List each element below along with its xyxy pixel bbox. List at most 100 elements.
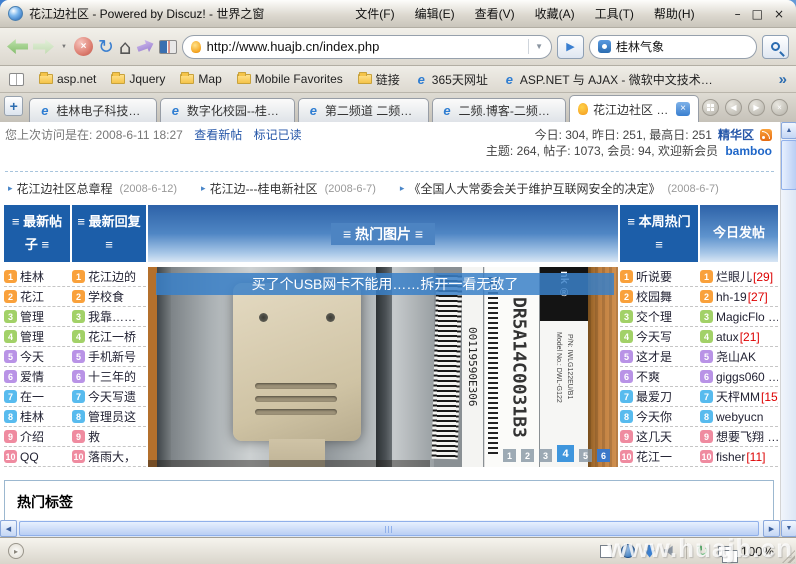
zoom-windows-icon[interactable] [718, 546, 732, 557]
vertical-scroll-thumb[interactable] [781, 140, 796, 190]
new-member-link[interactable]: bamboo [725, 144, 772, 158]
topic-link[interactable]: 花江边的 [88, 268, 136, 285]
hot-image[interactable]: 00119590E306 DR5A14C0031B3 Model No.: DW… [148, 267, 618, 467]
topic-link[interactable]: 在一 [20, 388, 44, 405]
topic-link[interactable]: MagicFlo … [716, 310, 778, 324]
list-item[interactable]: 10落雨大， [72, 447, 146, 467]
minimize-icon[interactable]: – [735, 7, 741, 21]
search-box[interactable]: 桂林气象 [589, 35, 757, 59]
list-item[interactable]: 3管理 [4, 307, 70, 327]
topic-link[interactable]: webyucn [716, 410, 763, 424]
menu-item[interactable]: 收藏(A) [535, 5, 575, 22]
topic-link[interactable]: 管理 [20, 328, 44, 345]
topic-link[interactable]: 落雨大， [88, 448, 136, 465]
mark-read-link[interactable]: 标记已读 [254, 128, 302, 142]
list-item[interactable]: 2学校食 [72, 287, 146, 307]
close-icon[interactable]: × [774, 7, 784, 21]
sound-icon[interactable] [664, 545, 677, 557]
list-item[interactable]: 3MagicFlo … [700, 307, 778, 327]
go-button[interactable]: ▶ [557, 35, 584, 59]
list-item[interactable]: 7天枰MM[15] [700, 387, 778, 407]
scroll-up-icon[interactable]: ▲ [781, 122, 796, 139]
list-item[interactable]: 1桂林 [4, 267, 70, 287]
bookmarks-book-icon[interactable] [9, 73, 24, 86]
horizontal-scroll-thumb[interactable] [19, 521, 759, 536]
scroll-left-icon[interactable]: ◀ [0, 520, 17, 537]
topic-link[interactable]: 想要飞翔 … [716, 428, 778, 445]
topic-link[interactable]: 手机新号 [88, 348, 136, 365]
list-item[interactable]: 4花江一桥 [72, 327, 146, 347]
topic-link[interactable]: giggs060 … [716, 370, 778, 384]
list-item[interactable]: 4今天写 [620, 327, 698, 347]
topic-link[interactable]: 桂林 [20, 408, 44, 425]
forward-button[interactable] [33, 39, 54, 54]
topic-link[interactable]: 花江 [20, 288, 44, 305]
list-item[interactable]: 9这几天 [620, 427, 698, 447]
menu-item[interactable]: 编辑(E) [415, 5, 455, 22]
list-item[interactable]: 8webyucn [700, 407, 778, 427]
topic-link[interactable]: 管理员这 [88, 408, 136, 425]
list-item[interactable]: 4管理 [4, 327, 70, 347]
tab[interactable]: e二频.博客-二频博… [432, 98, 566, 122]
list-item[interactable]: 10fisher[11] [700, 447, 778, 467]
list-item[interactable]: 8今天你 [620, 407, 698, 427]
tab-close-icon[interactable]: × [676, 102, 690, 116]
announcement[interactable]: ▸花江边---桂电新社区(2008-6-7) [201, 180, 376, 197]
list-item[interactable]: 8桂林 [4, 407, 70, 427]
menu-item[interactable]: 帮助(H) [654, 5, 695, 22]
bookmarks-overflow-icon[interactable]: » [779, 71, 787, 88]
list-item[interactable]: 7今天写遗 [72, 387, 146, 407]
bookmark-folder[interactable]: Mobile Favorites [237, 72, 343, 86]
tab-scroll-right-button[interactable]: ▶ [748, 99, 765, 116]
topic-link[interactable]: 天枰MM [716, 388, 760, 405]
auto-refresh-icon[interactable]: ↻ [696, 542, 709, 560]
bookmark-link[interactable]: e365天网址 [415, 71, 488, 88]
topic-link[interactable]: 不爽 [636, 368, 660, 385]
status-expand-button[interactable]: ▸ [8, 543, 24, 559]
topic-link[interactable]: 爱情 [20, 368, 44, 385]
list-item[interactable]: 1花江边的 [72, 267, 146, 287]
turbo-icon[interactable] [621, 544, 635, 558]
url-dropdown-icon[interactable]: ▼ [528, 39, 543, 54]
list-item[interactable]: 5今天 [4, 347, 70, 367]
back-button[interactable] [7, 39, 28, 54]
announcement-title[interactable]: 花江边社区总章程 [17, 180, 113, 197]
tab[interactable]: e桂林电子科技大学 [29, 98, 156, 122]
list-item[interactable]: 7最爱刀 [620, 387, 698, 407]
list-item[interactable]: 6不爽 [620, 367, 698, 387]
topic-link[interactable]: 管理 [20, 308, 44, 325]
topic-link[interactable]: 今天 [20, 348, 44, 365]
topic-link[interactable]: 今天写 [636, 328, 672, 345]
list-item[interactable]: 10花江一 [620, 447, 698, 467]
search-input[interactable]: 桂林气象 [616, 38, 664, 55]
search-button[interactable] [762, 35, 789, 59]
list-item[interactable]: 7在一 [4, 387, 70, 407]
list-item[interactable]: 2hh-19[27] [700, 287, 778, 307]
scroll-down-icon[interactable]: ▼ [781, 520, 796, 537]
topic-link[interactable]: 校园舞 [636, 288, 672, 305]
topic-link[interactable]: 花江一桥 [88, 328, 136, 345]
download-icon[interactable] [644, 545, 655, 558]
topic-link[interactable]: 我靠…… [88, 308, 136, 325]
tab-scroll-left-button[interactable]: ◀ [725, 99, 742, 116]
list-item[interactable]: 9救 [72, 427, 146, 447]
topic-link[interactable]: 这几天 [636, 428, 672, 445]
topic-link[interactable]: 介绍 [20, 428, 44, 445]
topic-link[interactable]: 救 [88, 428, 100, 445]
list-item[interactable]: 1烂眼儿[29] [700, 267, 778, 287]
topic-link[interactable]: 学校食 [88, 288, 124, 305]
topic-link[interactable]: 今天你 [636, 408, 672, 425]
list-item[interactable]: 4atux[21] [700, 327, 778, 347]
topic-link[interactable]: 桂林 [20, 268, 44, 285]
topic-link[interactable]: fisher [716, 450, 745, 464]
topic-link[interactable]: 尧山AK [716, 348, 756, 365]
bookmark-folder[interactable]: 链接 [358, 71, 400, 88]
tab-close-all-button[interactable]: × [771, 99, 788, 116]
list-item[interactable]: 3交个理 [620, 307, 698, 327]
zoom-level[interactable]: 100% [741, 544, 774, 559]
list-item[interactable]: 6爱情 [4, 367, 70, 387]
announcement[interactable]: ▸《全国人大常委会关于维护互联网安全的决定》(2008-6-7) [400, 180, 719, 197]
image-page-4[interactable]: 4 [557, 445, 574, 462]
topic-link[interactable]: 这才是 [636, 348, 672, 365]
url-input[interactable]: http://www.huajb.cn/index.php [207, 39, 522, 54]
